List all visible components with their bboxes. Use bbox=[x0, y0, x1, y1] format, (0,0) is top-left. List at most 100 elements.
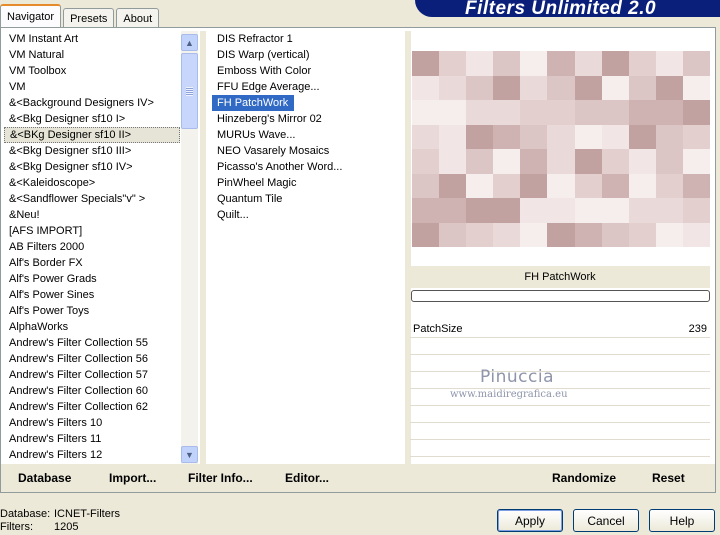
category-item[interactable]: Andrew's Filter Collection 56 bbox=[4, 351, 180, 367]
category-item[interactable]: [AFS IMPORT] bbox=[4, 223, 180, 239]
preview-patch bbox=[655, 124, 684, 150]
preview-patch bbox=[520, 222, 549, 247]
cancel-button[interactable]: Cancel bbox=[573, 509, 639, 532]
category-item[interactable]: &<Background Designers IV> bbox=[4, 95, 180, 111]
category-item[interactable]: VM Toolbox bbox=[4, 63, 180, 79]
category-item[interactable]: VM Instant Art bbox=[4, 31, 180, 47]
filter-item[interactable]: DIS Refractor 1 bbox=[212, 31, 402, 47]
preview-patch bbox=[439, 100, 468, 126]
scroll-up-button[interactable]: ▲ bbox=[181, 34, 198, 51]
category-item[interactable]: Andrew's Filter Collection 55 bbox=[4, 335, 180, 351]
database-button[interactable]: Database bbox=[18, 471, 71, 485]
filter-item[interactable]: Quantum Tile bbox=[212, 191, 402, 207]
filter-item[interactable]: NEO Vasarely Mosaics bbox=[212, 143, 402, 159]
preview-patch bbox=[574, 75, 603, 101]
preview-patch bbox=[412, 222, 441, 247]
preview-patch bbox=[493, 198, 522, 224]
filter-name-label: FH PatchWork bbox=[410, 266, 710, 288]
category-item[interactable]: Alf's Power Grads bbox=[4, 271, 180, 287]
param-row-empty bbox=[410, 372, 710, 389]
tab-about[interactable]: About bbox=[116, 8, 160, 28]
filter-item[interactable]: Hinzeberg's Mirror 02 bbox=[212, 111, 402, 127]
preview-patch bbox=[412, 100, 441, 126]
filter-item[interactable]: FH PatchWork bbox=[212, 95, 295, 111]
preview-patch bbox=[682, 124, 710, 150]
preview-patch bbox=[682, 198, 710, 224]
category-item[interactable]: &<Kaleidoscope> bbox=[4, 175, 180, 191]
editor-button[interactable]: Editor... bbox=[285, 471, 329, 485]
category-list[interactable]: VM Instant Art VM Natural VM Toolbox VM &<Ba… bbox=[4, 31, 180, 465]
param-row-patchsize[interactable]: PatchSize 239 bbox=[410, 321, 710, 338]
preview-patch bbox=[412, 75, 441, 101]
preview-patch bbox=[493, 100, 522, 126]
preview-patch bbox=[412, 173, 441, 199]
category-item[interactable]: Alf's Border FX bbox=[4, 255, 180, 271]
category-item[interactable]: &<BKg Designer sf10 II> bbox=[4, 127, 180, 143]
preview-patch bbox=[547, 222, 576, 247]
preview-patch bbox=[574, 198, 603, 224]
filter-item[interactable]: Picasso's Another Word... bbox=[212, 159, 402, 175]
category-item[interactable]: VM bbox=[4, 79, 180, 95]
preview-patch bbox=[493, 124, 522, 150]
category-item[interactable]: Andrew's Filters 12 bbox=[4, 447, 180, 463]
scroll-down-button[interactable]: ▼ bbox=[181, 446, 198, 463]
filter-list[interactable]: DIS Refractor 1 DIS Warp (vertical) Emboss… bbox=[212, 31, 402, 251]
category-item[interactable]: Andrew's Filter Collection 57 bbox=[4, 367, 180, 383]
tab-presets[interactable]: Presets bbox=[63, 8, 115, 28]
list-divider bbox=[200, 31, 206, 464]
preview-patch bbox=[466, 75, 495, 101]
preview-patch bbox=[601, 75, 630, 101]
preview-patch bbox=[628, 149, 657, 175]
help-button[interactable]: Help bbox=[649, 509, 715, 532]
preview-patch bbox=[412, 124, 441, 150]
filter-item[interactable]: PinWheel Magic bbox=[212, 175, 402, 191]
preview-patch bbox=[439, 124, 468, 150]
category-item[interactable]: Andrew's Filters 11 bbox=[4, 431, 180, 447]
category-item[interactable]: Alf's Power Sines bbox=[4, 287, 180, 303]
preview-patch bbox=[628, 75, 657, 101]
randomize-button[interactable]: Randomize bbox=[552, 471, 616, 485]
preview-patch bbox=[655, 100, 684, 126]
preview-patch bbox=[466, 51, 495, 77]
preview-patch bbox=[520, 149, 549, 175]
preview-patch bbox=[439, 149, 468, 175]
category-item[interactable]: &<Bkg Designer sf10 III> bbox=[4, 143, 180, 159]
category-item[interactable]: VM Natural bbox=[4, 47, 180, 63]
preview-patch bbox=[682, 100, 710, 126]
filter-item[interactable]: DIS Warp (vertical) bbox=[212, 47, 402, 63]
filter-item[interactable]: Quilt... bbox=[212, 207, 402, 223]
preview-patch bbox=[520, 75, 549, 101]
database-label: Database: bbox=[0, 508, 51, 520]
filter-item[interactable]: MURUs Wave... bbox=[212, 127, 402, 143]
filter-item[interactable]: Emboss With Color bbox=[212, 63, 402, 79]
tab-navigator[interactable]: Navigator bbox=[0, 4, 62, 28]
apply-button[interactable]: Apply bbox=[497, 509, 563, 532]
filter-item[interactable]: FFU Edge Average... bbox=[212, 79, 402, 95]
database-value: ICNET-Filters bbox=[54, 508, 120, 520]
category-item[interactable]: &<Sandflower Specials"v" > bbox=[4, 191, 180, 207]
scroll-thumb[interactable] bbox=[181, 53, 198, 129]
category-item[interactable]: Andrew's Filters 10 bbox=[4, 415, 180, 431]
preview-patch bbox=[547, 75, 576, 101]
category-scrollbar[interactable]: ▲ ▼ bbox=[181, 31, 198, 464]
category-item[interactable]: Andrew's Filter Collection 62 bbox=[4, 399, 180, 415]
preview-patch bbox=[628, 124, 657, 150]
import-button[interactable]: Import... bbox=[109, 471, 156, 485]
reset-button[interactable]: Reset bbox=[652, 471, 685, 485]
param-row-empty bbox=[410, 406, 710, 423]
preview-patch bbox=[466, 173, 495, 199]
category-item[interactable]: &Neu! bbox=[4, 207, 180, 223]
category-item[interactable]: &<Bkg Designer sf10 I> bbox=[4, 111, 180, 127]
filter-info-button[interactable]: Filter Info... bbox=[188, 471, 253, 485]
preview-patch bbox=[493, 222, 522, 247]
preview-patch bbox=[655, 222, 684, 247]
category-item[interactable]: Andrew's Filter Collection 60 bbox=[4, 383, 180, 399]
category-item[interactable]: AB Filters 2000 bbox=[4, 239, 180, 255]
preview-patch bbox=[601, 100, 630, 126]
category-item[interactable]: AlphaWorks bbox=[4, 319, 180, 335]
preview-patch bbox=[682, 149, 710, 175]
category-item[interactable]: Alf's Power Toys bbox=[4, 303, 180, 319]
category-item[interactable]: &<Bkg Designer sf10 IV> bbox=[4, 159, 180, 175]
preview-patch bbox=[493, 51, 522, 77]
preview-patch bbox=[682, 75, 710, 101]
